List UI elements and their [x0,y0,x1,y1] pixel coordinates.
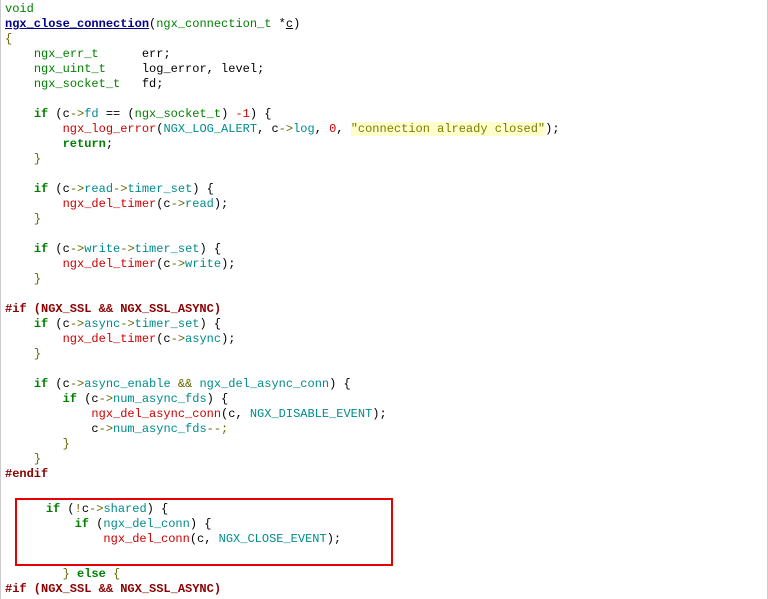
code-line: ngx_del_timer(c->write); [5,257,763,272]
preprocessor-endif: #endif [5,467,48,481]
code-line: ngx_socket_t fd; [5,77,763,92]
code-line: void [5,2,763,17]
code-line: #if (NGX_SSL && NGX_SSL_ASYNC) [5,582,763,597]
code-line [17,547,391,562]
code-line: #if (NGX_SSL && NGX_SSL_ASYNC) [5,302,763,317]
code-line: ngx_del_async_conn(c, NGX_DISABLE_EVENT)… [5,407,763,422]
code-line: if (c->async_enable && ngx_del_async_con… [5,377,763,392]
code-line: } [5,152,763,167]
code-line: if (c->write->timer_set) { [5,242,763,257]
code-line [5,167,763,182]
code-viewer: void ngx_close_connection(ngx_connection… [1,0,767,599]
preprocessor: #if (NGX_SSL && NGX_SSL_ASYNC) [5,582,221,596]
code-line [5,482,763,497]
code-line: { [5,32,763,47]
param-name: c [286,17,293,31]
param-type: ngx_connection_t [156,17,271,31]
code-line: ngx_err_t err; [5,47,763,62]
code-line: ngx_uint_t log_error, level; [5,62,763,77]
code-line: if (c->async->timer_set) { [5,317,763,332]
code-line: ngx_del_conn(c, NGX_CLOSE_EVENT); [17,532,391,547]
function-name[interactable]: ngx_close_connection [5,17,149,31]
code-line: } [5,212,763,227]
code-line: } [5,347,763,362]
code-line: } [5,272,763,287]
preprocessor: #if (NGX_SSL && NGX_SSL_ASYNC) [5,302,221,316]
code-line: #endif [5,467,763,482]
code-line: } [5,437,763,452]
code-line: if (c->num_async_fds) { [5,392,763,407]
code-line: ngx_close_connection(ngx_connection_t *c… [5,17,763,32]
code-line: ngx_del_timer(c->read); [5,197,763,212]
code-line [5,362,763,377]
code-line [5,287,763,302]
code-line: ngx_del_timer(c->async); [5,332,763,347]
code-line: if (!c->shared) { [17,502,391,517]
code-line: if (c->fd == (ngx_socket_t) -1) { [5,107,763,122]
code-line: return; [5,137,763,152]
code-line: } [5,452,763,467]
code-line: ngx_log_error(NGX_LOG_ALERT, c->log, 0, … [5,122,763,137]
code-line: } else { [5,567,763,582]
code-line [5,92,763,107]
code-line: if (c->read->timer_set) { [5,182,763,197]
code-line: if (ngx_del_conn) { [17,517,391,532]
return-type: void [5,2,34,16]
highlighted-region: if (!c->shared) { if (ngx_del_conn) { ng… [15,498,393,566]
code-line [5,227,763,242]
code-line: c->num_async_fds--; [5,422,763,437]
string-literal: "connection already closed" [351,122,545,136]
